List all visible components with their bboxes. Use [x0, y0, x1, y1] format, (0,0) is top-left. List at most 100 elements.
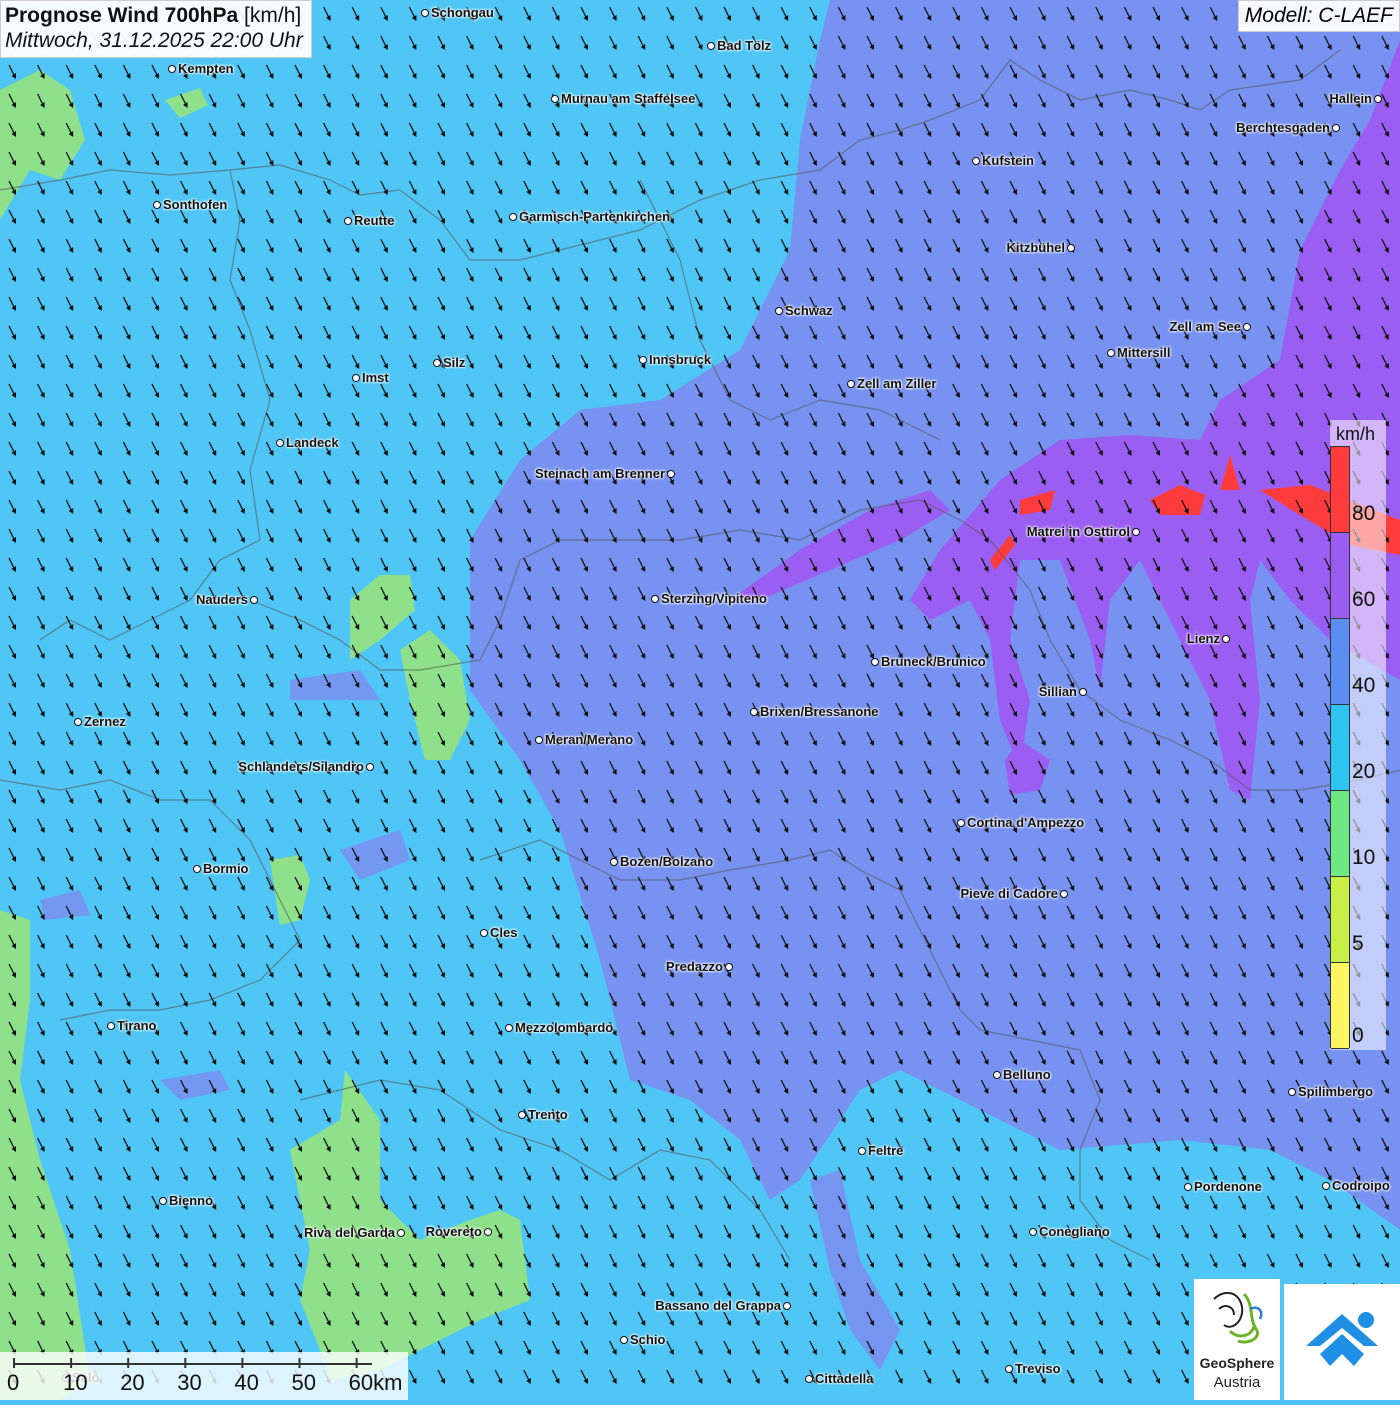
city-marker[interactable] [805, 1375, 813, 1383]
city-label: Zell am Ziller [857, 376, 937, 391]
city-label: Steinach am Brenner [534, 466, 665, 481]
city-label: Silz [443, 355, 466, 370]
city-marker[interactable] [667, 470, 675, 478]
city-marker[interactable] [74, 718, 82, 726]
forecast-datetime: Mittwoch, 31.12.2025 22:00 Uhr [5, 29, 303, 52]
city-label: Rovereto [425, 1224, 482, 1239]
scale-label: 20 [120, 1370, 145, 1395]
geosphere-logo[interactable]: GeoSphere Austria [1194, 1279, 1280, 1400]
city-marker[interactable] [858, 1147, 866, 1155]
scale-label: 50 [291, 1370, 316, 1395]
city-label: Bienno [169, 1193, 214, 1208]
city-marker[interactable] [352, 374, 360, 382]
legend-color-step [1331, 619, 1349, 705]
city-marker[interactable] [725, 963, 733, 971]
scale-label: 0 [7, 1370, 20, 1395]
city-marker[interactable] [1005, 1365, 1013, 1373]
geosphere-logo-icon [1213, 1291, 1263, 1344]
legend-tick-label: 10 [1352, 846, 1376, 869]
city-marker[interactable] [433, 359, 441, 367]
city-label: Tirano [117, 1018, 157, 1033]
city-marker[interactable] [518, 1111, 526, 1119]
city-marker[interactable] [847, 380, 855, 388]
city-marker[interactable] [1322, 1182, 1330, 1190]
city-label: Bruneck/Brunico [881, 654, 986, 669]
legend-color-step [1331, 447, 1349, 533]
city-marker[interactable] [276, 439, 284, 447]
city-marker[interactable] [783, 1302, 791, 1310]
geosphere-sub: Austria [1213, 1374, 1261, 1391]
map-title: Prognose Wind 700hPa [km/h] [5, 4, 302, 27]
model-label: Modell: C-LAEF [1237, 0, 1400, 32]
city-label: Garmisch-Partenkirchen [519, 209, 671, 224]
city-marker[interactable] [168, 65, 176, 73]
city-marker[interactable] [1107, 349, 1115, 357]
app-logo-icon [1306, 1312, 1378, 1366]
city-label: Mittersill [1117, 345, 1171, 360]
city-label: Pordenone [1194, 1179, 1262, 1194]
city-marker[interactable] [620, 1336, 628, 1344]
city-marker[interactable] [535, 736, 543, 744]
legend-tick-label: 60 [1352, 588, 1376, 611]
city-label: Schio [630, 1332, 666, 1347]
city-label: Lienz [1186, 631, 1220, 646]
city-marker[interactable] [505, 1024, 513, 1032]
city-marker[interactable] [1222, 635, 1230, 643]
city-marker[interactable] [1132, 528, 1140, 536]
city-label: Trento [528, 1107, 568, 1122]
city-marker[interactable] [972, 157, 980, 165]
weather-app-logo[interactable] [1284, 1284, 1400, 1400]
city-label: Sonthofen [163, 197, 228, 212]
city-label: Imst [362, 370, 389, 385]
legend-tick-label: 80 [1352, 502, 1376, 525]
city-marker[interactable] [1332, 124, 1340, 132]
city-marker[interactable] [509, 213, 517, 221]
city-label: Bassano del Grappa [655, 1298, 781, 1313]
city-marker[interactable] [1184, 1183, 1192, 1191]
city-label: Zernez [84, 714, 126, 729]
city-marker[interactable] [1079, 688, 1087, 696]
scale-label: 10 [63, 1370, 88, 1395]
city-label: Hallein [1329, 91, 1372, 106]
city-marker[interactable] [1060, 890, 1068, 898]
city-marker[interactable] [1243, 323, 1251, 331]
city-marker[interactable] [397, 1229, 405, 1237]
scale-label: 60km [348, 1370, 403, 1395]
city-marker[interactable] [1288, 1088, 1296, 1096]
city-marker[interactable] [484, 1228, 492, 1236]
city-label: Murnau am Staffelsee [561, 91, 696, 106]
city-label: Innsbruck [649, 352, 712, 367]
city-marker[interactable] [159, 1197, 167, 1205]
city-marker[interactable] [366, 763, 374, 771]
city-marker[interactable] [344, 217, 352, 225]
city-label: Matrei in Osttirol [1026, 524, 1130, 539]
city-label: Mezzolombardo [515, 1020, 614, 1035]
city-marker[interactable] [153, 201, 161, 209]
city-label: Landeck [286, 435, 339, 450]
city-label: Riva del Garda [303, 1225, 395, 1240]
city-marker[interactable] [639, 356, 647, 364]
title-box: Prognose Wind 700hPa [km/h] Mittwoch, 31… [0, 0, 312, 58]
city-marker[interactable] [750, 708, 758, 716]
city-label: Feltre [868, 1143, 904, 1158]
city-label: Brixen/Bressanone [760, 704, 879, 719]
city-marker[interactable] [551, 95, 559, 103]
city-marker[interactable] [480, 929, 488, 937]
city-label: Conegliano [1039, 1224, 1110, 1239]
city-marker[interactable] [193, 865, 201, 873]
city-marker[interactable] [993, 1071, 1001, 1079]
city-marker[interactable] [957, 819, 965, 827]
city-marker[interactable] [610, 858, 618, 866]
city-label: Zell am See [1169, 319, 1241, 334]
city-marker[interactable] [250, 596, 258, 604]
city-marker[interactable] [707, 42, 715, 50]
city-marker[interactable] [775, 307, 783, 315]
city-marker[interactable] [1029, 1228, 1037, 1236]
city-marker[interactable] [1374, 95, 1382, 103]
legend-colorbar [1330, 446, 1350, 1049]
city-marker[interactable] [651, 595, 659, 603]
city-marker[interactable] [421, 9, 429, 17]
city-marker[interactable] [871, 658, 879, 666]
city-marker[interactable] [1067, 244, 1075, 252]
city-marker[interactable] [107, 1022, 115, 1030]
